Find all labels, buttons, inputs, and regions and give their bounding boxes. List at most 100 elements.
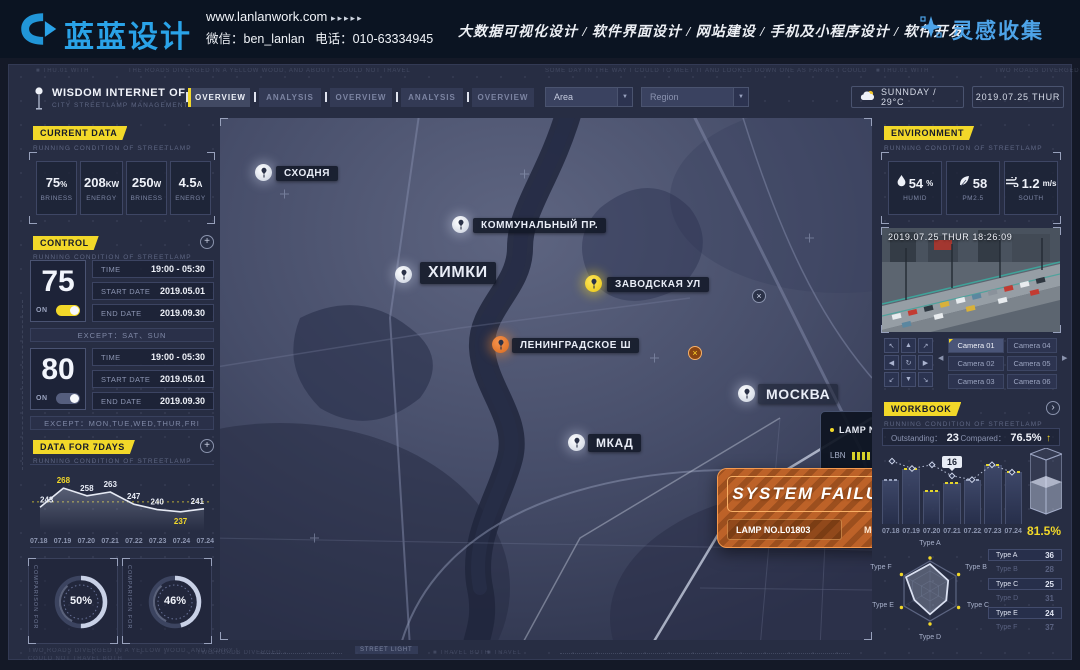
footer-street-light-badge: STREET LIGHT: [355, 646, 418, 654]
svg-text:241: 241: [191, 497, 205, 506]
pan-left-button[interactable]: ◀: [884, 355, 899, 370]
tab-overview-3[interactable]: OVERVIEW: [472, 88, 534, 107]
map-pin-moskva[interactable]: [738, 385, 755, 402]
map-label-khimki: ХИМКИ: [420, 262, 496, 284]
control-group2-numbox: 80 ON: [30, 348, 86, 410]
legend-row-type-e[interactable]: Type E24: [988, 607, 1062, 619]
sun-cloud-icon: [860, 88, 875, 106]
decorative-note: THE ROADS DIVERGED IN A YELLOW WOOD, AND…: [128, 68, 411, 74]
x-tick-label: 07.18: [882, 528, 900, 535]
current-data-panel: 75% BRINESS 208KW ENERGY 250W BRINESS 4.…: [30, 153, 214, 223]
bar-tooltip: 16: [942, 456, 962, 468]
map-pin-zavodskaya[interactable]: [585, 275, 602, 292]
pan-up-right-button[interactable]: ↗: [918, 338, 933, 353]
x-tick-label: 07.24: [173, 538, 191, 545]
website-link[interactable]: www.lanlanwork.com: [206, 9, 327, 24]
pan-right-button[interactable]: ▶: [918, 355, 933, 370]
svg-text:240: 240: [150, 498, 164, 507]
tab-overview-1[interactable]: OVERVIEW: [188, 88, 250, 107]
map-pin-skhodnya[interactable]: [255, 164, 272, 181]
refresh-button[interactable]: ↻: [901, 355, 916, 370]
x-tick-label: 07.23: [149, 538, 167, 545]
pan-down-button[interactable]: ▼: [901, 372, 916, 387]
legend-row-type-b[interactable]: Type B28: [988, 564, 1062, 576]
legend-row-type-f[interactable]: Type F37: [988, 622, 1062, 634]
x-tick-label: 07.19: [54, 538, 72, 545]
streetlamp-icon: [33, 86, 45, 117]
control-add-button[interactable]: +: [200, 235, 214, 249]
workbook-subtitle: RUNNING CONDITION OF STREETLAMP: [884, 421, 1043, 428]
lamp-glyph-icon: [573, 437, 581, 448]
compared-value: 76.5%: [1010, 432, 1041, 444]
main-tabs: OVERVIEW ANALYSIS OVERVIEW ANALYSIS OVER…: [188, 88, 534, 107]
environment-panel: 54% HUMID 58 PM2.5 1.2m/s SOUTH: [882, 153, 1060, 223]
failure-more-button[interactable]: MORE›: [849, 519, 872, 540]
legend-label: Type A: [996, 552, 1017, 559]
area-select[interactable]: Area ▼: [545, 87, 633, 107]
site-header: 蓝蓝设计 www.lanlanwork.com ▸▸▸▸▸ 微信：ben_lan…: [0, 0, 1080, 58]
map-label-mkad: МКАД: [588, 434, 641, 452]
radar-legend: Type A36 Type B28 Type C25 Type D31 Type E24…: [988, 549, 1062, 637]
lbn-bar: [852, 452, 872, 460]
legend-value: 31: [1045, 594, 1054, 603]
radar-axis-label: Type C: [967, 602, 989, 609]
week-chart-title: DATA FOR 7DAYS: [33, 440, 135, 454]
radar-axis-label: Type B: [965, 564, 987, 571]
gauge-value: 46%: [147, 595, 203, 607]
svg-text:237: 237: [174, 517, 188, 526]
map-label-moskva: МОСКВА: [758, 384, 838, 404]
tab-analysis-2[interactable]: ANALYSIS: [401, 88, 463, 107]
radar-axis-label: Type F: [870, 564, 891, 571]
decorative-note: TWO ROADS DIVERGED IN A WOOD: [995, 68, 1080, 74]
metric-energy-a: 4.5A ENERGY: [170, 161, 211, 215]
legend-row-type-d[interactable]: Type D31: [988, 593, 1062, 605]
map-pin-leningradskoe[interactable]: [492, 336, 509, 353]
camera-button-3[interactable]: Camera 03: [948, 374, 1004, 389]
lamp-popup-close-button[interactable]: ×: [752, 289, 766, 303]
ruler-decor: [22, 300, 23, 470]
camera-button-4[interactable]: Camera 04: [1007, 338, 1057, 353]
camera-page-prev-button[interactable]: ◀: [938, 354, 943, 362]
x-tick-label: 07.22: [964, 528, 982, 535]
footer-checkbox-travel-both: ■ TRAVEL BOTH: [433, 650, 490, 656]
pan-up-left-button[interactable]: ↖: [884, 338, 899, 353]
metric-briness-w: 250W BRINESS: [126, 161, 167, 215]
week-chart-add-button[interactable]: +: [200, 439, 214, 453]
pan-up-button[interactable]: ▲: [901, 338, 916, 353]
failure-close-button[interactable]: ×: [688, 346, 702, 360]
env-wind: 1.2m/s SOUTH: [1004, 161, 1058, 215]
tab-overview-2[interactable]: OVERVIEW: [330, 88, 392, 107]
camera-page-next-button[interactable]: ▶: [1062, 354, 1067, 362]
camera-feed-panel: 2019.07.25 THUR 18:26:09: [882, 228, 1060, 332]
camera-dpad: ↖▲↗ ◀↻▶ ↙▼↘: [884, 338, 933, 387]
brand-logo-text: 蓝蓝设计: [64, 12, 192, 56]
gauge-value: 50%: [53, 595, 109, 607]
camera-button-1[interactable]: Camera 01: [948, 338, 1004, 353]
lamp-glyph-icon: [497, 339, 505, 350]
legend-row-type-c[interactable]: Type C25: [988, 578, 1062, 590]
control-group2-toggle[interactable]: [56, 393, 80, 404]
failure-title: SYSTEM FAILURE: [732, 484, 872, 504]
control-group2-rows: TIME19:00 - 05:30 START DATE2019.05.01 E…: [92, 348, 214, 410]
pan-down-left-button[interactable]: ↙: [884, 372, 899, 387]
legend-row-type-a[interactable]: Type A36: [988, 549, 1062, 561]
region-select[interactable]: Region ▼: [641, 87, 749, 107]
tank-percent: 81.5%: [1024, 524, 1064, 538]
camera-button-6[interactable]: Camera 06: [1007, 374, 1057, 389]
map-pin-mkad[interactable]: [568, 434, 585, 451]
pan-down-right-button[interactable]: ↘: [918, 372, 933, 387]
page: { "header": { "logo_text": "蓝蓝设计", "webs…: [0, 0, 1080, 670]
map-pin-khimki[interactable]: [395, 266, 412, 283]
tab-analysis-1[interactable]: ANALYSIS: [259, 88, 321, 107]
wind-icon: [1006, 174, 1019, 192]
camera-button-2[interactable]: Camera 02: [948, 356, 1004, 371]
control-group1-toggle[interactable]: [56, 305, 80, 316]
map-pin-kommunalny[interactable]: [452, 216, 469, 233]
metric-briness-pct: 75% BRINESS: [36, 161, 77, 215]
control-group1-rows: TIME19:00 - 05:30 START DATE2019.05.01 E…: [92, 260, 214, 322]
workbook-next-button[interactable]: ›: [1046, 401, 1060, 415]
camera-button-5[interactable]: Camera 05: [1007, 356, 1057, 371]
system-failure-popup: SYSTEM FAILURE LAMP NO.L01803 MORE›: [717, 468, 872, 548]
decorative-note: ■ THU.01 WITH: [36, 68, 89, 74]
x-tick-label: 07.24: [196, 538, 214, 545]
